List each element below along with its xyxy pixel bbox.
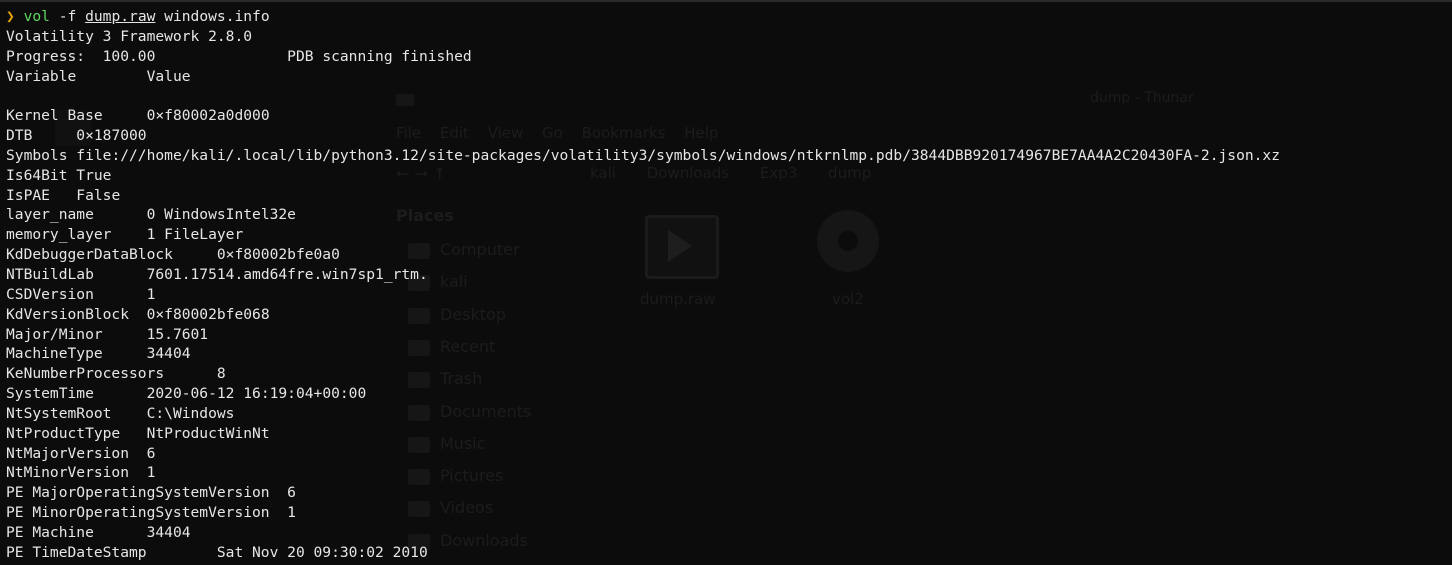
output-line: PE MinorOperatingSystemVersion 1 [6,504,296,522]
output-line: memory_layer 1 FileLayer [6,226,244,244]
output-line: Major/Minor 15.7601 [6,325,209,343]
command-flag: -f [49,8,86,25]
output-line: KeNumberProcessors 8 [6,365,226,383]
output-line: Is64Bit True [6,166,112,184]
output-line: Symbols file:///home/kali/.local/lib/pyt… [6,146,1281,164]
output-line: layer_name 0 WindowsIntel32e [6,206,296,224]
output-line: Progress: 100.00 PDB scanning finished [6,47,472,65]
output-line: CSDVersion 1 [6,285,156,303]
command-name: vol [23,8,50,25]
output-line: NtMinorVersion 1 [6,464,156,482]
output-line: MachineType 34404 [6,345,191,363]
terminal-output: ❯ vol -f dump.raw windows.info Volatility… [6,7,1280,563]
command-file-argument: dump.raw [85,8,156,25]
output-line: NtSystemRoot C:\Windows [6,404,235,422]
output-line: Kernel Base 0×f80002a0d000 [6,107,270,125]
output-line: DTB 0×187000 [6,127,147,145]
output-line: SystemTime 2020-06-12 16:19:04+00:00 [6,385,367,403]
output-line: Variable Value [6,67,191,85]
output-line: Volatility 3 Framework 2.8.0 [6,27,253,45]
output-line: NtMajorVersion 6 [6,444,156,462]
output-line: PE Machine 34404 [6,523,191,541]
command-plugin: windows.info [155,8,270,25]
terminal-top-border [0,0,1452,2]
output-line: KdVersionBlock 0×f80002bfe068 [6,305,270,323]
output-line: PE MajorOperatingSystemVersion 6 [6,484,296,502]
output-line: PE TimeDateStamp Sat Nov 20 09:30:02 201… [6,543,428,561]
output-line: NTBuildLab 7601.17514.amd64fre.win7sp1_r… [6,265,428,283]
command-line[interactable]: ❯ vol -f dump.raw windows.info [6,7,1280,27]
output-line: KdDebuggerDataBlock 0×f80002bfe0a0 [6,246,340,264]
output-line: NtProductType NtProductWinNt [6,424,270,442]
output-lines: Volatility 3 Framework 2.8.0 Progress: 10… [6,27,1280,563]
terminal-window[interactable]: dump - Thunar File Edit View Go Bookmark… [0,0,1452,565]
prompt-arrow-icon: ❯ [6,8,15,25]
output-line: IsPAE False [6,186,121,204]
